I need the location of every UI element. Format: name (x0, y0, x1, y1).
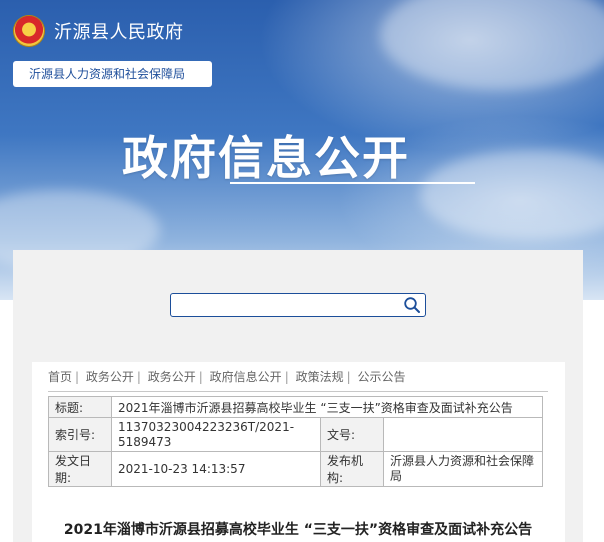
breadcrumb-link-home[interactable]: 首页 (48, 370, 72, 384)
meta-index-value: 11370323004223236T/2021-5189473 (111, 417, 321, 452)
article-title: 2021年淄博市沂源县招募高校毕业生 “三支一扶”资格审查及面试补充公告 (63, 522, 533, 538)
cloud-decoration (420, 150, 604, 240)
breadcrumb-separator: | (346, 370, 351, 384)
meta-docno-label: 文号: (320, 417, 384, 452)
breadcrumb-link-info-disclosure[interactable]: 政府信息公开 (210, 370, 282, 384)
breadcrumb: 首页 | 政务公开 | 政务公开 | 政府信息公开 | 政策法规 | 公示公告 (48, 368, 405, 385)
cloud-decoration (380, 0, 604, 90)
hero-title: 政府信息公开 (122, 131, 410, 185)
document-meta-table: 标题: 2021年淄博市沂源县招募高校毕业生 “三支一扶”资格审查及面试补充公告… (48, 396, 543, 487)
breadcrumb-separator: | (75, 370, 80, 384)
meta-org-label: 发布机构: (320, 451, 384, 487)
department-tab[interactable]: 沂源县人力资源和社会保障局 (13, 61, 212, 87)
hero-underline (230, 182, 475, 184)
meta-docno-value (383, 417, 543, 452)
breadcrumb-link-affairs-2[interactable]: 政务公开 (148, 370, 196, 384)
breadcrumb-link-affairs[interactable]: 政务公开 (86, 370, 134, 384)
meta-index-label: 索引号: (48, 417, 112, 452)
national-emblem-icon[interactable] (14, 16, 44, 46)
search-input[interactable] (170, 293, 426, 317)
breadcrumb-link-notices[interactable]: 公示公告 (357, 370, 405, 384)
breadcrumb-separator: | (198, 370, 203, 384)
breadcrumb-separator: | (284, 370, 289, 384)
breadcrumb-divider (48, 391, 548, 392)
meta-title-label: 标题: (48, 396, 112, 418)
search-icon[interactable] (403, 296, 421, 314)
breadcrumb-separator: | (136, 370, 141, 384)
site-name[interactable]: 沂源县人民政府 (54, 18, 184, 44)
meta-date-value: 2021-10-23 14:13:57 (111, 451, 321, 487)
meta-title-value: 2021年淄博市沂源县招募高校毕业生 “三支一扶”资格审查及面试补充公告 (111, 396, 543, 418)
meta-org-value: 沂源县人力资源和社会保障局 (383, 451, 543, 487)
breadcrumb-link-policy[interactable]: 政策法规 (296, 370, 344, 384)
meta-date-label: 发文日期: (48, 451, 112, 487)
